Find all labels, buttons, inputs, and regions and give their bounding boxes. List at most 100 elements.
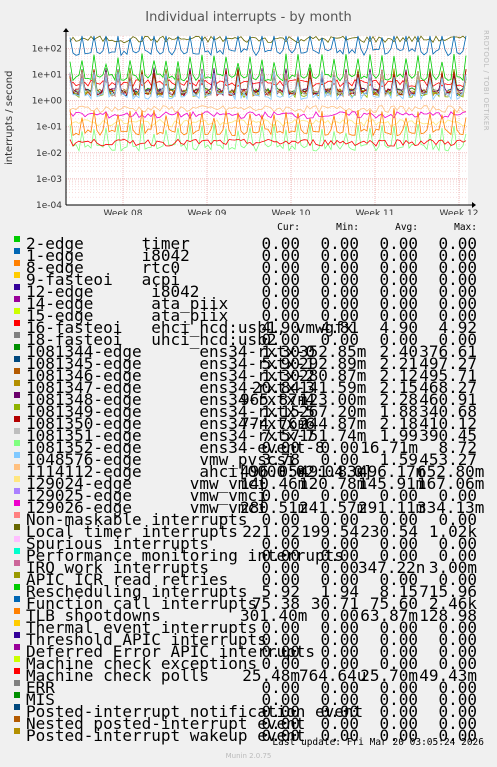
y-tick-label: 1e+00 (32, 97, 63, 107)
legend-swatch (14, 284, 20, 290)
legend-row: 1081347-edge ens34-rxtx-3 20.84 141.59m 2.1… (0, 378, 497, 397)
legend-row: 12-edge i8042 0.00 0.00 0.00 0.00 (0, 282, 497, 301)
legend-row: Rescheduling interrupts 5.92 1.94 8.15 715.9… (0, 582, 497, 601)
legend-row: 1114112-edge ahci[0000:02:04.0] 496.05m 49… (0, 462, 497, 481)
legend-swatch (14, 512, 20, 518)
legend-swatch (14, 392, 20, 398)
legend-row: 9-fasteoi acpi 0.00 0.00 0.00 0.00 (0, 270, 497, 289)
legend-swatch (14, 356, 20, 362)
legend-row: 129026-edge vmw_vmci 280.51m 241.57m 291.11… (0, 498, 497, 517)
legend-column-header: Cur: (277, 222, 300, 233)
x-axis-arrow (472, 202, 476, 208)
legend-column-header: Avg: (395, 222, 418, 233)
legend-row: Deferred Error APIC interrupts 0.00 0.00 0.… (0, 642, 497, 661)
last-update: Last update: Fri Mar 20 03:05:24 2026 (272, 737, 484, 748)
legend-swatch (14, 500, 20, 506)
legend-row: 129025-edge vmw_vmci 0.00 0.00 0.00 0.00 (0, 486, 497, 505)
legend-row: 2-edge timer 0.00 0.00 0.00 0.00 (0, 234, 497, 253)
legend-swatch (14, 620, 20, 626)
legend-swatch (14, 728, 20, 734)
legend-swatch (14, 368, 20, 374)
legend-row: Nested posted-interrupt event 0.00 0.00 0.0… (0, 714, 497, 733)
legend-row: Machine check polls 25.48m 764.64u 25.70m 49… (0, 666, 497, 685)
y-tick-label: 1e-04 (36, 201, 62, 211)
legend-swatch (14, 332, 20, 338)
legend-row: ERR 0.00 0.00 0.00 0.00 (0, 678, 497, 697)
legend-row: Function call interrupts 75.38 30.71 75.60 2… (0, 594, 497, 613)
legend-swatch (14, 452, 20, 458)
legend-row: IRQ work interrupts 0.00 0.00 347.22n 3.00m (0, 558, 497, 577)
legend-swatch (14, 584, 20, 590)
legend-swatch (14, 692, 20, 698)
legend-row: APIC ICR read retries 0.00 0.00 0.00 0.00 (0, 570, 497, 589)
y-tick-label: 1e+01 (32, 71, 62, 81)
x-tick-label: Week 11 (356, 209, 395, 215)
legend-row: MIS 0.00 0.00 0.00 0.00 (0, 690, 497, 709)
munin-version: Munin 2.0.75 (225, 752, 272, 760)
legend-row: 16-fasteoi ehci_hcd:usb1, vmwgfx 4.90 4.81… (0, 318, 497, 337)
legend-row: Performance monitoring interrupts 0.00 0.0… (0, 546, 497, 565)
legend-row: 1081349-edge ens34-rxtx-5 1.15 267.20m 1.88… (0, 402, 497, 421)
legend-swatch (14, 440, 20, 446)
legend-swatch (14, 236, 20, 242)
legend-row: 15-edge ata_piix 0.00 0.00 0.00 0.00 (0, 306, 497, 325)
legend-swatch (14, 296, 20, 302)
y-tick-label: 1e-03 (36, 175, 62, 185)
x-tick-label: Week 09 (188, 209, 227, 215)
legend-swatch (14, 380, 20, 386)
legend-row: Thermal event interrupts 0.00 0.00 0.00 0.00 (0, 618, 497, 637)
legend-swatch (14, 272, 20, 278)
chart-plot: 1e-04 1e-03 1e-02 1e-01 1e+00 1e+01 1e+02 Week … (32, 28, 479, 215)
legend-swatch (14, 548, 20, 554)
legend-swatch (14, 464, 20, 470)
legend-swatch (14, 260, 20, 266)
legend-column-header: Max: (454, 222, 477, 233)
x-tick-label: Week 10 (272, 209, 311, 215)
legend-row: 1-edge i8042 0.00 0.00 0.00 0.00 (0, 246, 497, 265)
legend-swatch (14, 344, 20, 350)
legend-row: 8-edge rtc0 0.00 0.00 0.00 0.00 (0, 258, 497, 277)
y-tick-label: 1e+02 (32, 44, 62, 54)
legend-row: Local timer interrupts 221.02 199.54 230.54… (0, 522, 497, 541)
x-tick-label: Week 08 (104, 209, 143, 215)
x-tick-label: Week 12 (440, 209, 479, 215)
y-tick-label: 1e-02 (36, 149, 62, 159)
legend-row: 14-edge ata_piix 0.00 0.00 0.00 0.00 (0, 294, 497, 313)
legend-row: TLB shootdowns 301.40m 0.00 63.87m 128.98 (0, 606, 497, 625)
legend-swatch (14, 404, 20, 410)
legend-swatch (14, 608, 20, 614)
legend-swatch (14, 680, 20, 686)
legend-swatch (14, 416, 20, 422)
legend-column-header: Min: (336, 222, 359, 233)
legend-swatch (14, 572, 20, 578)
legend-swatch (14, 596, 20, 602)
legend-row: 1081350-edge ens34-rxtx-6 774.76m 244.87m 2… (0, 414, 497, 433)
legend-swatch (14, 308, 20, 314)
legend-row: 129024-edge vmw_vmci 140.46m 120.78m 145.91… (0, 474, 497, 493)
legend-row: 1081345-edge ens34-rxtx-1 5.90 292.89m 2.21… (0, 354, 497, 373)
legend-row: 1081346-edge ens34-rxtx-2 1.30 280.87m 2.12… (0, 366, 497, 385)
legend-row: 1048576-edge vmw_pvscsi 3.78 0.00 1.59 453.2… (0, 450, 497, 469)
legend-swatch (14, 524, 20, 530)
legend-swatch (14, 536, 20, 542)
legend-row: Non-maskable interrupts 0.00 0.00 0.00 0.00 (0, 510, 497, 529)
legend-row: 1081348-edge ens34-rxtx-4 965.87m 123.00m 2… (0, 390, 497, 409)
legend-swatch (14, 428, 20, 434)
y-axis-arrow (63, 28, 69, 32)
legend-row: 1081351-edge ens34-rxtx-7 7.57 151.74m 1.99… (0, 426, 497, 445)
legend-row: 1081344-edge ens34-rxtx-0 1.30 352.85m 2.40… (0, 342, 497, 361)
legend-swatch (14, 632, 20, 638)
legend-swatch (14, 716, 20, 722)
legend-row: Posted-interrupt notification event 0.00 0… (0, 702, 497, 721)
legend-row: 18-fasteoi uhci_hcd:usb2 0.00 0.00 0.00 0.00 (0, 330, 497, 349)
legend-swatch (14, 704, 20, 710)
legend-swatch (14, 656, 20, 662)
y-tick-label: 1e-01 (36, 123, 62, 133)
legend-swatch (14, 476, 20, 482)
legend-swatch (14, 488, 20, 494)
legend-row: Spurious interrupts 0.00 0.00 0.00 0.00 (0, 534, 497, 553)
legend-row: Machine check exceptions 0.00 0.00 0.00 0.00 (0, 654, 497, 673)
legend-swatch (14, 644, 20, 650)
legend-swatch (14, 668, 20, 674)
legend-row: 1081352-edge ens34-event-8 0.00 0.00 16.71m… (0, 438, 497, 457)
